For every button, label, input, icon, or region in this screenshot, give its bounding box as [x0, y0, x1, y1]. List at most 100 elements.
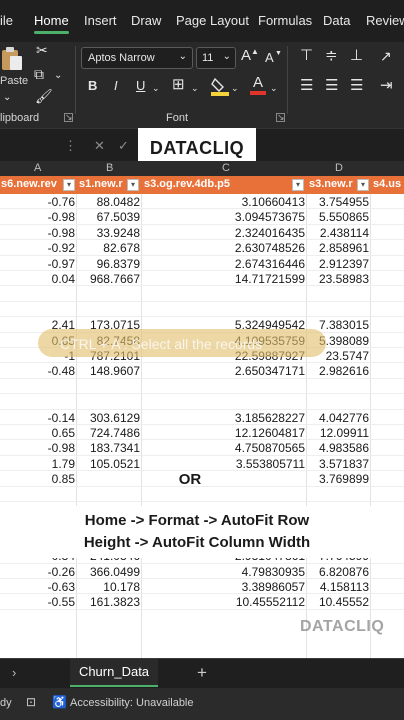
table-cell[interactable]: 82.678: [103, 241, 140, 255]
table-cell[interactable]: 96.8379: [97, 257, 140, 271]
filter-dropdown-icon[interactable]: ▾: [292, 179, 304, 191]
accessibility-icon[interactable]: ♿: [52, 695, 67, 709]
header-cell[interactable]: s3.og.rev.4db.p5: [143, 176, 291, 194]
sheet-tab-churn-data[interactable]: Churn_Data: [70, 659, 158, 687]
table-cell[interactable]: 0.04: [52, 272, 75, 286]
table-cell[interactable]: 183.7341: [90, 441, 140, 455]
tab-draw[interactable]: Draw: [131, 13, 161, 28]
table-cell[interactable]: 303.6129: [90, 411, 140, 425]
font-launcher-icon[interactable]: ↘: [276, 113, 285, 122]
table-cell[interactable]: 5.550865: [319, 210, 369, 224]
table-cell[interactable]: 724.7486: [90, 426, 140, 440]
borders-icon[interactable]: ⊞: [172, 77, 185, 93]
table-cell[interactable]: 2.858961: [319, 241, 369, 255]
macro-record-icon[interactable]: ⊡: [26, 695, 36, 709]
table-cell[interactable]: -0.97: [48, 257, 75, 271]
filter-dropdown-icon[interactable]: ▾: [127, 179, 139, 191]
table-cell[interactable]: 12.09911: [320, 426, 369, 440]
filter-dropdown-icon[interactable]: ▾: [357, 179, 369, 191]
cut-icon[interactable]: ✂: [36, 42, 48, 58]
copy-icon[interactable]: ⧉: [34, 66, 44, 82]
table-cell[interactable]: 3.38986057: [242, 580, 305, 594]
font-color-icon[interactable]: A: [250, 75, 266, 96]
table-cell[interactable]: -0.92: [48, 241, 75, 255]
table-cell[interactable]: 2.324016435: [235, 226, 305, 240]
tab-file[interactable]: ile: [0, 13, 13, 28]
table-cell[interactable]: 23.58983: [319, 272, 369, 286]
align-top-icon[interactable]: ⊤: [300, 48, 313, 64]
table-cell[interactable]: 4.79830935: [242, 565, 305, 579]
table-cell[interactable]: 33.9248: [97, 226, 140, 240]
table-cell[interactable]: 148.9607: [90, 364, 140, 378]
column-letter[interactable]: D: [335, 162, 343, 174]
table-cell[interactable]: 1.79: [52, 457, 75, 471]
header-cell[interactable]: s6.new.rev: [0, 176, 62, 194]
tab-page-layout[interactable]: Page Layout: [176, 13, 249, 28]
table-cell[interactable]: -0.98: [48, 441, 75, 455]
underline-button[interactable]: U: [136, 78, 145, 94]
format-painter-icon[interactable]: 🖌: [35, 88, 53, 104]
shrink-font-icon[interactable]: A: [265, 50, 274, 66]
paste-dropdown-icon[interactable]: ⌄: [3, 90, 11, 106]
tab-data[interactable]: Data: [323, 13, 350, 28]
table-cell[interactable]: 2.630748526: [235, 241, 305, 255]
scroll-sheets-right-icon[interactable]: ›: [12, 665, 16, 680]
add-sheet-button[interactable]: +: [197, 663, 207, 683]
fill-color-dropdown-icon[interactable]: ⌄: [231, 80, 239, 96]
fill-color-icon[interactable]: [211, 76, 229, 96]
font-color-dropdown-icon[interactable]: ⌄: [270, 80, 278, 96]
table-cell[interactable]: 14.71721599: [235, 272, 305, 286]
table-cell[interactable]: 366.0499: [90, 565, 140, 579]
table-cell[interactable]: 3.754955: [319, 195, 369, 209]
enter-icon[interactable]: ✓: [118, 138, 129, 154]
table-cell[interactable]: -0.76: [48, 195, 75, 209]
paste-label[interactable]: Paste: [0, 75, 28, 87]
borders-dropdown-icon[interactable]: ⌄: [191, 80, 199, 96]
tab-review[interactable]: Review: [366, 13, 404, 28]
table-cell[interactable]: 10.45552: [319, 595, 369, 609]
table-cell[interactable]: -0.26: [48, 565, 75, 579]
underline-dropdown-icon[interactable]: ⌄: [152, 80, 160, 96]
orientation-icon[interactable]: ↗: [380, 48, 392, 64]
tab-home[interactable]: Home: [34, 13, 69, 34]
table-cell[interactable]: 105.0521: [90, 457, 140, 471]
grow-font-icon[interactable]: A: [241, 48, 251, 64]
paste-icon[interactable]: [0, 46, 24, 72]
font-name-select[interactable]: Aptos Narrow ⌄: [81, 47, 193, 69]
table-cell[interactable]: -0.48: [48, 364, 75, 378]
table-cell[interactable]: 4.042776: [319, 411, 369, 425]
table-cell[interactable]: 88.0482: [97, 195, 140, 209]
filter-dropdown-icon[interactable]: ▾: [63, 179, 75, 191]
table-cell[interactable]: 6.820876: [319, 565, 369, 579]
table-cell[interactable]: -0.14: [48, 411, 75, 425]
column-letter[interactable]: C: [222, 162, 230, 174]
table-cell[interactable]: 67.5039: [97, 210, 140, 224]
header-cell[interactable]: s3.new.r: [308, 176, 356, 194]
align-left-icon[interactable]: ☰: [300, 78, 313, 94]
table-cell[interactable]: -0.98: [48, 226, 75, 240]
spreadsheet-grid[interactable]: s6.new.rev ▾ s1.new.r ▾ s3.og.rev.4db.p5…: [0, 176, 404, 658]
cancel-icon[interactable]: ✕: [94, 138, 105, 154]
bold-button[interactable]: B: [88, 78, 97, 94]
indent-icon[interactable]: ⇥: [380, 78, 393, 94]
table-cell[interactable]: 4.158113: [320, 580, 369, 594]
table-cell[interactable]: 10.45552112: [236, 595, 305, 609]
table-cell[interactable]: 2.912397: [319, 257, 369, 271]
table-cell[interactable]: 161.3823: [90, 595, 140, 609]
table-cell[interactable]: 4.750870565: [235, 441, 305, 455]
italic-button[interactable]: I: [114, 78, 118, 94]
copy-dropdown-icon[interactable]: ⌄: [54, 68, 62, 84]
table-cell[interactable]: 3.094573675: [235, 210, 305, 224]
table-cell[interactable]: -0.98: [48, 210, 75, 224]
table-cell[interactable]: 3.185628227: [235, 411, 305, 425]
table-cell[interactable]: 12.12604817: [235, 426, 305, 440]
table-cell[interactable]: 10.178: [103, 580, 140, 594]
header-cell[interactable]: s4.us: [372, 176, 404, 194]
column-letter[interactable]: A: [34, 162, 41, 174]
tab-insert[interactable]: Insert: [84, 13, 117, 28]
align-right-icon[interactable]: ☰: [350, 78, 363, 94]
clipboard-launcher-icon[interactable]: ↘: [64, 113, 73, 122]
table-cell[interactable]: 3.571837: [319, 457, 369, 471]
table-cell[interactable]: 3.10660413: [242, 195, 305, 209]
align-center-icon[interactable]: ☰: [325, 78, 338, 94]
